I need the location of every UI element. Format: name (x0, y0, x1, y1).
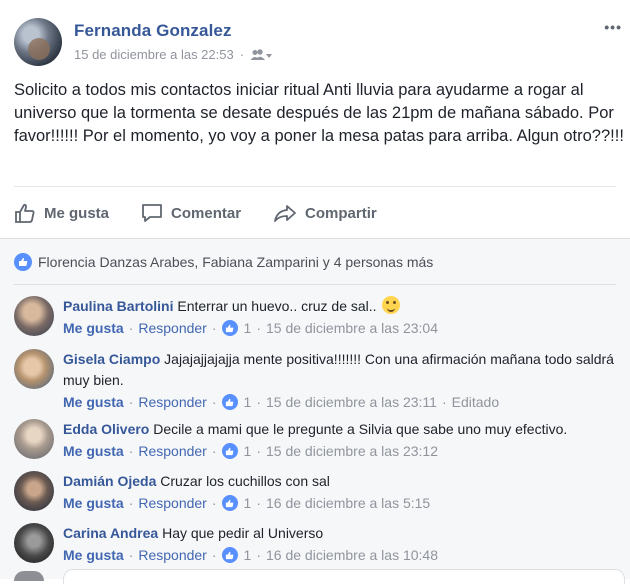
comment-reply-link[interactable]: Responder (138, 492, 207, 514)
like-count-icon (221, 320, 238, 336)
comment-meta: Me gusta · Responder · 1 · 16 de diciembre … (63, 492, 623, 514)
comment-meta: Me gusta · Responder · 1 · 15 de diciembre … (63, 440, 623, 462)
comments-section: Florencia Danzas Arabes, Fabiana Zampari… (0, 238, 630, 584)
divider (14, 284, 616, 285)
post-actions: Me gusta Comentar Compartir (14, 196, 409, 230)
comment-like-link[interactable]: Me gusta (63, 544, 124, 566)
comment-label: Comentar (171, 204, 242, 222)
comment-author[interactable]: Damián Ojeda (63, 473, 156, 489)
like-reaction-icon (14, 253, 32, 271)
comment-like-link[interactable]: Me gusta (63, 391, 124, 413)
thumbs-up-icon (14, 203, 36, 223)
comment-author[interactable]: Carina Andrea (63, 525, 158, 541)
comment-meta: Me gusta · Responder · 1 · 15 de diciembre … (63, 391, 623, 413)
comment-author[interactable]: Gisela Ciampo (63, 351, 160, 367)
share-label: Compartir (305, 204, 377, 222)
comment-timestamp[interactable]: 15 de diciembre a las 23:04 (266, 317, 438, 339)
comment-like-link[interactable]: Me gusta (63, 317, 124, 339)
comment-text: Cruzar los cuchillos con sal (160, 473, 330, 489)
comment-timestamp[interactable]: 16 de diciembre a las 10:48 (266, 544, 438, 566)
comment-like-link[interactable]: Me gusta (63, 440, 124, 462)
commenter-avatar[interactable] (14, 471, 54, 511)
comment-meta: Me gusta · Responder · 1 · 15 de diciembre … (63, 317, 623, 339)
comment-text: Enterrar un huevo.. cruz de sal.. (177, 298, 377, 314)
comment-timestamp[interactable]: 15 de diciembre a las 23:12 (266, 440, 438, 462)
reactions-summary[interactable]: Florencia Danzas Arabes, Fabiana Zampari… (14, 253, 433, 271)
thinking-face-emoji-icon (382, 296, 401, 314)
share-button[interactable]: Compartir (273, 203, 377, 223)
comment-button[interactable]: Comentar (141, 203, 241, 223)
like-count-icon (221, 443, 238, 459)
comment-reply-link[interactable]: Responder (138, 544, 207, 566)
comment-author[interactable]: Edda Olivero (63, 421, 149, 437)
comment-like-link[interactable]: Me gusta (63, 492, 124, 514)
commenter-avatar[interactable] (14, 349, 54, 389)
comment-like-count[interactable]: 1 (244, 440, 252, 462)
commenter-avatar[interactable] (14, 296, 54, 336)
reactions-text: Florencia Danzas Arabes, Fabiana Zampari… (38, 254, 434, 270)
comment-like-count[interactable]: 1 (244, 492, 252, 514)
post-meta: 15 de diciembre a las 22:53 · (74, 47, 273, 62)
post-body: Solicito a todos mis contactos iniciar r… (14, 81, 624, 145)
comment-text: Decile a mami que le pregunte a Silvia q… (153, 421, 568, 437)
comment-author[interactable]: Paulina Bartolini (63, 298, 173, 314)
author-name[interactable]: Fernanda Gonzalez (74, 21, 232, 41)
like-count-icon (221, 547, 238, 563)
comment-like-count[interactable]: 1 (244, 391, 252, 413)
post-timestamp[interactable]: 15 de diciembre a las 22:53 (74, 47, 234, 62)
divider (14, 186, 616, 187)
more-options-icon[interactable]: ••• (604, 19, 622, 35)
current-user-avatar (14, 571, 44, 581)
like-count-icon (221, 394, 238, 410)
post-card: Fernanda Gonzalez 15 de diciembre a las … (0, 0, 630, 240)
commenter-avatar[interactable] (14, 419, 54, 459)
author-avatar[interactable] (14, 18, 62, 66)
comment-timestamp[interactable]: 15 de diciembre a las 23:11 (266, 391, 437, 413)
comment-like-count[interactable]: 1 (244, 317, 252, 339)
comment-reply-link[interactable]: Responder (138, 317, 207, 339)
comment-reply-link[interactable]: Responder (138, 391, 207, 413)
like-button[interactable]: Me gusta (14, 203, 109, 223)
separator: · (239, 47, 245, 62)
comment-icon (141, 203, 163, 223)
write-comment-input[interactable] (63, 569, 625, 584)
comment-reply-link[interactable]: Responder (138, 440, 207, 462)
like-label: Me gusta (44, 204, 110, 222)
edited-label[interactable]: Editado (452, 391, 499, 413)
friends-icon[interactable] (250, 48, 273, 61)
commenter-avatar[interactable] (14, 523, 54, 563)
comment-like-count[interactable]: 1 (244, 544, 252, 566)
share-icon (273, 203, 297, 223)
comment-text: Hay que pedir al Universo (162, 525, 324, 541)
comment-meta: Me gusta · Responder · 1 · 16 de diciembre … (63, 544, 623, 566)
like-count-icon (221, 495, 238, 511)
comment-timestamp[interactable]: 16 de diciembre a las 5:15 (266, 492, 430, 514)
